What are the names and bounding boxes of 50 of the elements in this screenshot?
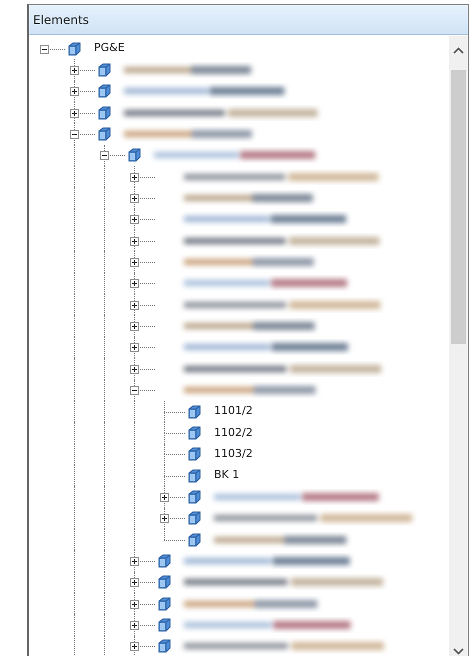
cube-icon: [156, 574, 172, 590]
cube-icon: [126, 147, 142, 164]
expand-icon[interactable]: [130, 642, 139, 652]
node-label[interactable]: PG&E: [94, 40, 125, 57]
expand-icon[interactable]: [130, 322, 139, 332]
cube-icon: [96, 126, 112, 142]
expand-icon[interactable]: [130, 343, 139, 352]
collapse-icon[interactable]: [130, 386, 139, 396]
expand-icon[interactable]: [70, 87, 79, 96]
cube-icon: [66, 40, 82, 57]
collapse-icon[interactable]: [70, 130, 79, 140]
expand-icon[interactable]: [160, 492, 169, 502]
expand-icon[interactable]: [130, 620, 139, 630]
cube-icon: [186, 488, 202, 505]
cube-icon: [156, 552, 172, 569]
collapse-icon[interactable]: [100, 151, 109, 160]
expand-icon[interactable]: [130, 215, 139, 224]
cube-icon: [186, 468, 202, 484]
cube-icon: [96, 83, 112, 100]
cube-icon: [156, 596, 172, 612]
expand-icon[interactable]: [130, 364, 139, 374]
cube-icon: [156, 638, 172, 654]
node-label[interactable]: 1102/2: [214, 424, 253, 442]
cube-icon: [96, 104, 112, 121]
cube-icon: [186, 446, 202, 462]
expand-icon[interactable]: [130, 236, 139, 246]
scroll-thumb[interactable]: [451, 70, 466, 344]
expand-icon[interactable]: [130, 172, 139, 182]
expand-icon[interactable]: [130, 556, 139, 566]
node-label[interactable]: 1103/2: [214, 446, 253, 462]
cube-icon: [186, 404, 202, 420]
node-label[interactable]: 1101/2: [214, 403, 253, 420]
cube-icon: [186, 424, 202, 441]
cube-icon: [156, 616, 172, 633]
expand-icon[interactable]: [130, 578, 139, 588]
expand-icon[interactable]: [130, 279, 139, 288]
expand-icon[interactable]: [130, 258, 139, 268]
cube-icon: [96, 62, 112, 78]
expand-icon[interactable]: [160, 514, 169, 524]
expand-icon[interactable]: [130, 194, 139, 204]
cube-icon: [186, 510, 202, 526]
expand-icon[interactable]: [130, 600, 139, 609]
scrollbar[interactable]: [449, 36, 468, 656]
expand-icon[interactable]: [70, 66, 79, 76]
expand-icon[interactable]: [130, 300, 139, 310]
panel-title: Elements: [33, 13, 89, 27]
node-label[interactable]: BK 1: [214, 467, 240, 484]
collapse-icon[interactable]: [40, 44, 49, 54]
cube-icon: [186, 532, 202, 548]
expand-icon[interactable]: [70, 108, 79, 118]
